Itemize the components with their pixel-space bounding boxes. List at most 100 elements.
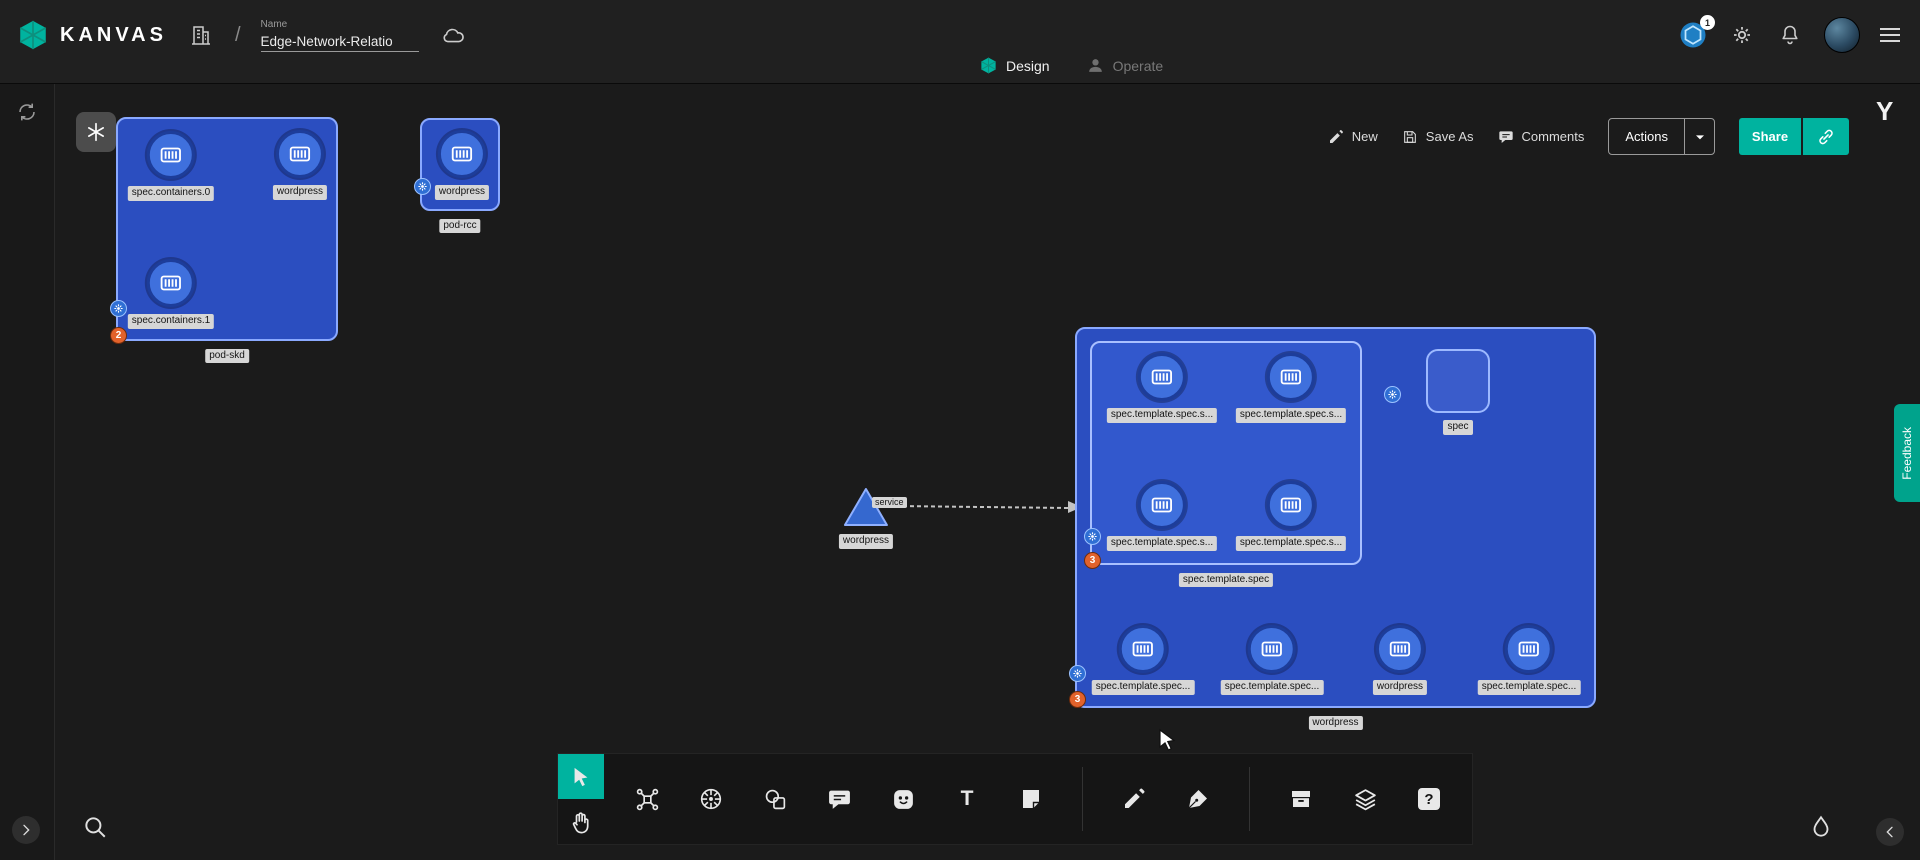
organization-icon[interactable] xyxy=(187,21,215,49)
node-label: spec.template.spec... xyxy=(1221,680,1324,695)
zoom-search-button[interactable] xyxy=(80,812,110,842)
container-node-circle[interactable] xyxy=(1376,625,1424,673)
feedback-tab[interactable]: Feedback xyxy=(1894,404,1920,502)
k8s-badge[interactable] xyxy=(414,178,431,195)
node-bottom-1: spec.template.spec... xyxy=(1221,625,1324,695)
comment-icon xyxy=(1498,129,1514,145)
kanvas-logo-text: KANVAS xyxy=(60,24,167,47)
comments-button[interactable]: Comments xyxy=(1498,129,1585,145)
notifications-bell-icon[interactable] xyxy=(1776,21,1804,49)
tab-design[interactable]: Design xyxy=(975,50,1054,81)
help-tool[interactable]: ? xyxy=(1416,786,1442,812)
left-rail xyxy=(0,84,55,860)
container-node-circle[interactable] xyxy=(1505,625,1553,673)
pencil-draw-tool[interactable] xyxy=(1121,786,1147,812)
share-group: Share xyxy=(1739,118,1849,155)
dock-separator xyxy=(1082,767,1083,831)
ink-drop-button[interactable] xyxy=(1806,812,1836,842)
kanvas-app: KANVAS / Name 1 D xyxy=(0,0,1920,860)
node-label: spec.template.spec.s... xyxy=(1236,536,1346,551)
shapes-tool[interactable] xyxy=(762,786,788,812)
node-spec-template-3: spec.template.spec.s... xyxy=(1236,481,1346,551)
pen-annotate-tool[interactable] xyxy=(1185,786,1211,812)
tab-operate[interactable]: Operate xyxy=(1082,50,1168,81)
canvas-widget-button[interactable] xyxy=(76,112,116,152)
error-count-badge[interactable]: 3 xyxy=(1084,552,1101,569)
container-node-circle[interactable] xyxy=(147,131,195,179)
tool-dock: T ? xyxy=(557,753,1473,845)
node-spec: spec xyxy=(1426,349,1490,435)
settings-gear-icon[interactable] xyxy=(1728,21,1756,49)
k8s-badge[interactable] xyxy=(1069,665,1086,682)
user-avatar[interactable] xyxy=(1824,17,1860,53)
canvas-actions-toolbar: New Save As Comments Actions Share xyxy=(1328,118,1849,155)
share-button[interactable]: Share xyxy=(1739,118,1801,155)
select-tool[interactable] xyxy=(558,754,604,799)
new-button[interactable]: New xyxy=(1328,129,1378,145)
expand-left-panel-button[interactable] xyxy=(12,816,40,844)
layers-tool[interactable] xyxy=(1352,786,1378,812)
notification-count-badge: 1 xyxy=(1700,15,1715,30)
breadcrumb-separator: / xyxy=(235,24,241,47)
sync-refresh-icon[interactable] xyxy=(13,98,41,126)
spec-node-square[interactable] xyxy=(1426,349,1490,413)
sticker-tool[interactable] xyxy=(890,786,916,812)
collapse-right-panel-button[interactable] xyxy=(1876,818,1904,846)
provider-button[interactable]: 1 xyxy=(1678,20,1708,50)
text-tool[interactable]: T xyxy=(954,786,980,812)
snowflake-icon xyxy=(85,121,107,143)
flowchart-tool[interactable] xyxy=(634,786,660,812)
actions-dropdown-button[interactable] xyxy=(1684,119,1714,154)
drawer-tool[interactable] xyxy=(1288,786,1314,812)
kanvas-logo[interactable]: KANVAS xyxy=(16,18,167,52)
kanvas-logo-icon xyxy=(16,18,50,52)
note-tool[interactable] xyxy=(1018,786,1044,812)
container-node-circle[interactable] xyxy=(438,130,486,178)
link-icon xyxy=(1816,127,1836,147)
node-spec-template-1: spec.template.spec.s... xyxy=(1236,353,1346,423)
mode-tabs: Design Operate xyxy=(975,50,1167,81)
group-label: pod-rcc xyxy=(439,219,480,234)
k8s-badge[interactable] xyxy=(110,300,127,317)
node-bottom-3: spec.template.spec... xyxy=(1478,625,1581,695)
hamburger-menu-icon[interactable] xyxy=(1880,28,1900,42)
k8s-badge[interactable] xyxy=(1384,386,1401,403)
node-label: spec.containers.1 xyxy=(128,314,214,329)
pencil-icon xyxy=(1328,129,1344,145)
copy-link-button[interactable] xyxy=(1803,118,1849,155)
save-icon xyxy=(1402,129,1418,145)
edge-service-to-wordpress[interactable] xyxy=(892,496,1084,518)
node-label: spec.template.spec... xyxy=(1092,680,1195,695)
container-node-circle[interactable] xyxy=(1138,353,1186,401)
node-wordpress-1: wordpress xyxy=(273,130,327,200)
container-node-circle[interactable] xyxy=(147,259,195,307)
node-service-wordpress: wordpress xyxy=(839,486,893,549)
edge-label: service xyxy=(872,497,907,508)
container-node-circle[interactable] xyxy=(1267,353,1315,401)
node-spec-template-0: spec.template.spec.s... xyxy=(1107,353,1217,423)
container-node-circle[interactable] xyxy=(1248,625,1296,673)
design-tab-icon xyxy=(979,56,998,75)
error-count-badge[interactable]: 3 xyxy=(1069,691,1086,708)
node-bottom-2: wordpress xyxy=(1373,625,1427,695)
container-node-circle[interactable] xyxy=(1119,625,1167,673)
kubernetes-tool[interactable] xyxy=(698,786,724,812)
k8s-badge[interactable] xyxy=(1084,528,1101,545)
error-count-badge[interactable]: 2 xyxy=(110,327,127,344)
group-spec-template-spec[interactable]: spec.template.spec.s... spec.template.sp… xyxy=(1090,341,1362,565)
group-wordpress[interactable]: spec.template.spec.s... spec.template.sp… xyxy=(1075,327,1596,708)
design-name-input[interactable] xyxy=(261,32,419,52)
container-node-circle[interactable] xyxy=(1267,481,1315,529)
save-as-button[interactable]: Save As xyxy=(1402,129,1474,145)
group-pod-skd[interactable]: spec.containers.0 wordpress spec.contain… xyxy=(116,117,338,341)
container-node-circle[interactable] xyxy=(1138,481,1186,529)
cloud-sync-icon[interactable] xyxy=(439,21,467,49)
node-label: wordpress xyxy=(273,185,327,200)
caret-down-icon xyxy=(1692,129,1708,145)
actions-button[interactable]: Actions xyxy=(1609,119,1684,154)
group-pod-rcc[interactable]: wordpress pod-rcc xyxy=(420,118,500,211)
container-node-circle[interactable] xyxy=(276,130,324,178)
comment-tool[interactable] xyxy=(826,786,852,812)
node-label: spec.template.spec.s... xyxy=(1107,408,1217,423)
pan-hand-tool[interactable] xyxy=(558,799,604,844)
